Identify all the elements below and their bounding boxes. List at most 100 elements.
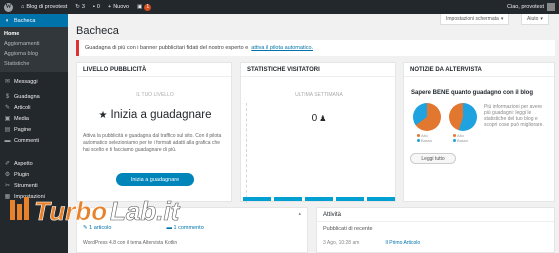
pie-chart-icon [413,103,441,131]
notifications-button[interactable]: ▣ 1 [133,0,155,14]
visitor-stats-mini-label: ULTIMA SETTIMANA [295,92,343,98]
greeting-label: Ciao, provotest [507,4,544,10]
sidebar-item-guadagna[interactable]: $ Guadagna [0,91,68,102]
submenu-aggiornamenti[interactable]: Aggiornamenti [0,39,68,49]
recently-published-label: Pubblicati di recente [323,226,373,232]
sidebar-separator [0,146,68,158]
new-label: Nuovo [113,4,130,10]
sidebar-item-label: Aspetto [14,160,33,167]
sidebar-item-plugin[interactable]: ⚙ Plugin [0,169,68,180]
avatar [547,3,555,11]
watermark-text-b: Lab.it [110,196,181,226]
comments-icon: ▬ [4,137,11,144]
activity-title: Attività [317,208,554,222]
ad-level-description: Attiva la pubblicità e guadagna dal traf… [83,133,222,153]
sidebar-item-strumenti[interactable]: ✂ Strumenti [0,180,68,191]
altervista-news-panel: NOTIZIE DA ALTERVISTA Sapere BENE quanto… [403,62,555,202]
notification-badge: 1 [144,3,152,11]
notice-text: Guadagna di più con i banner pubblicitar… [85,45,249,51]
start-earning-button[interactable]: Inizia a guadagnare [116,173,194,186]
page-title: Bacheca [76,25,119,37]
new-content-button[interactable]: + Nuovo [104,0,133,14]
autopilot-notice: Guadagna di più con i banner pubblicitar… [76,40,555,56]
ad-level-title: LIVELLO PUBBLICITÀ [77,63,231,77]
read-more-button[interactable]: Leggi tutto [410,153,456,164]
chevron-down-icon: ▾ [540,16,543,22]
person-icon: ♟ [319,114,327,123]
sidebar-item-label: Guadagna [14,93,40,100]
watermark-logo-icon [10,197,29,220]
sidebar-item-bacheca[interactable]: ◐ Bacheca [0,14,68,27]
news-headline: Sapere BENE quanto guadagno con il blog [411,90,534,96]
wordpress-logo-icon: W [4,2,13,12]
pie-legend: Alto Basso [453,133,468,143]
plugin-icon: ⚙ [4,172,11,178]
screen-options-label: Impostazioni schermata [446,16,499,22]
pie-chart-icon [449,103,477,131]
visitor-stats-panel: STATISTICHE VISITATORI ULTIMA SETTIMANA … [240,62,397,203]
account-menu[interactable]: Ciao, provotest [507,3,559,11]
updates-count: 3 [81,4,85,10]
stats-tab[interactable] [336,197,364,201]
sidebar-item-label: Messaggi [14,78,38,85]
activity-row: 3 Ago, 10:28 am Il Primo Articolo [323,240,420,246]
sidebar-item-pagine[interactable]: ▤ Pagine [0,124,68,135]
bacheca-submenu: Home Aggiornamenti Aggiorna blog Statist… [0,27,68,72]
visitor-count: 0 ♟ [241,113,397,124]
screen-options-button[interactable]: Impostazioni schermata ▾ [440,14,510,25]
help-button[interactable]: Aiuto ▾ [521,14,549,25]
sidebar-item-messaggi[interactable]: ✉ Messaggi [0,76,68,87]
watermark-text-a: Turbo [34,196,107,226]
submenu-aggiorna-blog[interactable]: Aggiorna blog [0,49,68,59]
sidebar-item-label: Commenti [14,137,40,144]
earn-icon: $ [5,93,10,100]
updates-link[interactable]: ↻ 3 [71,0,89,14]
sidebar-item-label: Articoli [14,104,31,111]
submenu-statistiche[interactable]: Statistiche [0,59,68,69]
star-icon: ★ [98,110,108,121]
site-name-label: Blog di provotest [26,4,68,10]
sidebar-item-label: Strumenti [14,182,38,189]
news-title: NOTIZIE DA ALTERVISTA [404,63,554,77]
sidebar-item-media[interactable]: ▣ Media [0,113,68,124]
pin-icon: ✎ [4,105,11,111]
tools-icon: ✂ [4,183,11,189]
chevron-down-icon: ▾ [500,16,504,22]
visitor-count-value: 0 [311,113,318,124]
stats-tab[interactable] [305,197,333,201]
media-icon: ▣ [4,116,11,122]
stats-tab[interactable] [274,197,302,201]
site-name-link[interactable]: ⌂ Blog di provotest [17,0,71,14]
pie-legend: Alto Basso [417,133,432,143]
sidebar-item-label: Bacheca [14,17,36,24]
sidebar-item-aspetto[interactable]: ✐ Aspetto [0,158,68,169]
comment-icon: ▪ [92,4,95,10]
stats-tab[interactable] [243,197,271,201]
home-icon: ⌂ [21,4,25,10]
post-date: 3 Ago, 10:28 am [323,240,360,246]
updates-icon: ↻ [75,4,80,10]
autopilot-link[interactable]: attiva il pilota automatico. [251,45,313,51]
wordpress-info: WordPress 4.8 con il tema Altervista Kot… [83,240,178,246]
submenu-home[interactable]: Home [0,29,68,39]
news-illustration: Alto Basso Alto Basso [411,101,481,143]
appearance-icon: ✐ [4,161,11,167]
bell-icon: ▣ [137,4,143,10]
ad-level-panel: LIVELLO PUBBLICITÀ IL TUO LIVELLO ★ Inizi… [76,62,232,202]
collapse-icon[interactable]: ▴ [298,211,301,217]
comments-link[interactable]: ▪ 0 [89,0,104,14]
visitor-stats-title: STATISTICHE VISITATORI [241,63,395,77]
sidebar-item-articoli[interactable]: ✎ Articoli [0,102,68,113]
sidebar-item-commenti[interactable]: ▬ Commenti [0,135,68,146]
plus-icon: + [107,4,112,10]
wordpress-logo-button[interactable]: W [0,0,17,14]
post-link[interactable]: Il Primo Articolo [385,240,420,246]
ad-level-headline-text: Inizia a guadagnare [110,109,212,121]
admin-bar: W ⌂ Blog di provotest ↻ 3 ▪ 0 + Nuovo ▣ … [0,0,559,14]
dashboard-icon: ◐ [5,17,10,24]
sidebar-item-label: Pagine [14,126,32,133]
stats-tab[interactable] [367,197,395,201]
messages-icon: ✉ [4,79,11,85]
pages-icon: ▤ [4,127,11,133]
sidebar-item-label: Plugin [14,171,30,178]
